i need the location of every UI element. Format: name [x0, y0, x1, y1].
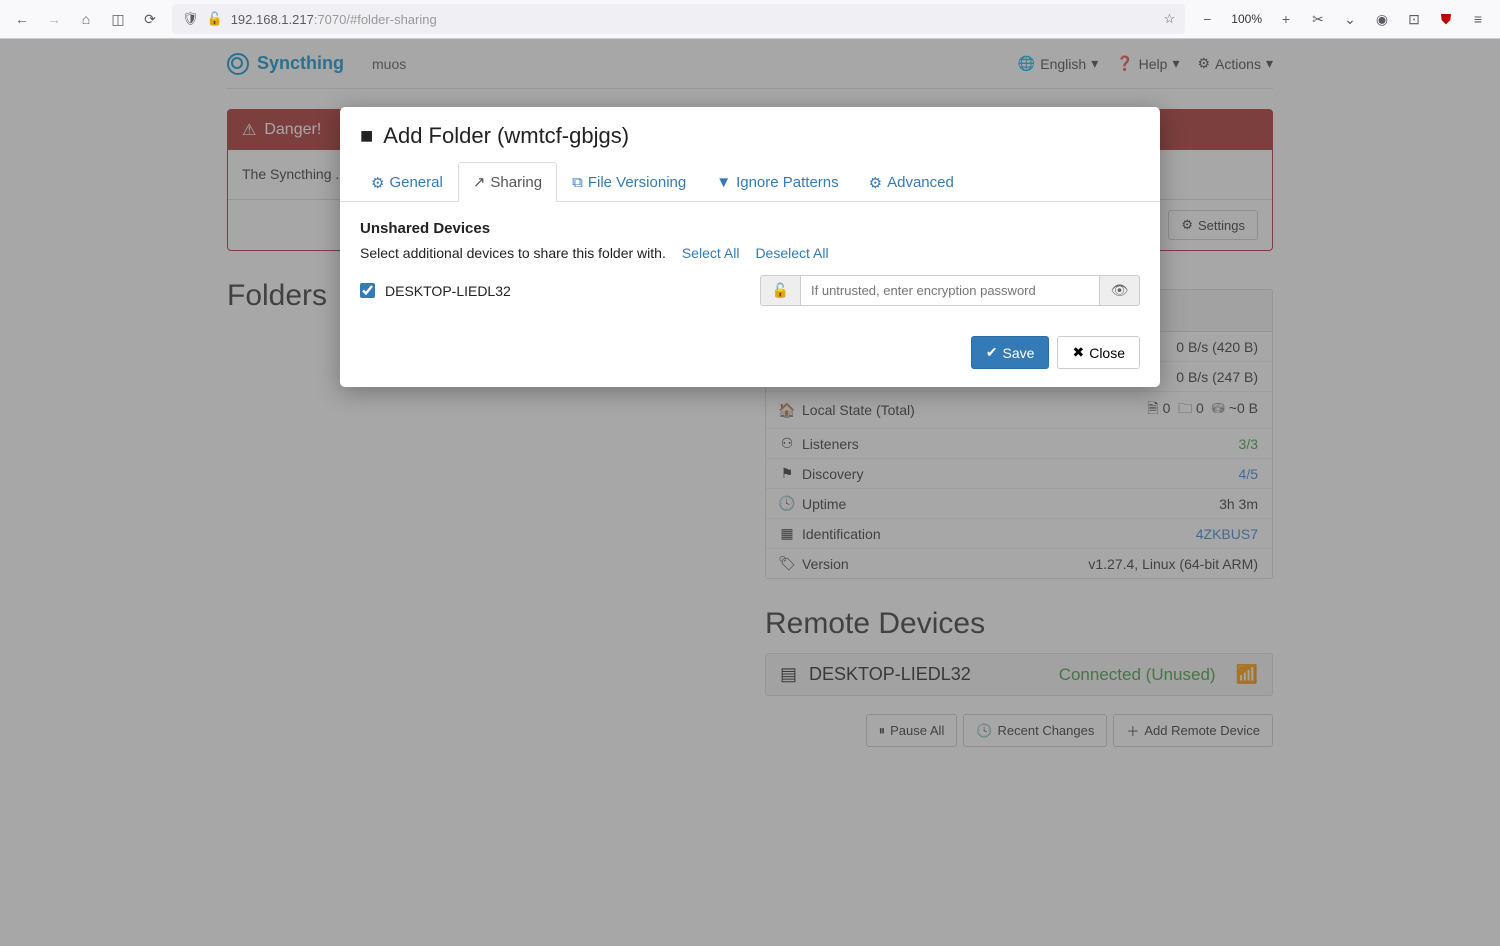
modal-title: ■ Add Folder (wmtcf-gbjgs) — [340, 107, 1160, 161]
filter-icon: ▼ — [716, 174, 731, 191]
helper-text: Select additional devices to share this … — [360, 245, 666, 261]
encryption-password-input[interactable] — [800, 275, 1100, 306]
device-checkbox[interactable] — [360, 283, 375, 298]
close-icon: ✖ — [1072, 344, 1084, 361]
tab-versioning[interactable]: ⧉File Versioning — [557, 162, 701, 202]
folder-icon: ■ — [360, 123, 373, 149]
menu-icon[interactable]: ≡ — [1464, 5, 1492, 33]
copy-icon: ⧉ — [572, 174, 583, 191]
share-icon: ↗ — [473, 173, 486, 191]
sidebar-button[interactable]: ◫ — [104, 5, 132, 33]
bookmark-star-icon[interactable]: ☆ — [1164, 11, 1176, 27]
url-text: 192.168.1.217:7070/#folder-sharing — [231, 12, 1156, 27]
modal-tabs: General ↗Sharing ⧉File Versioning ▼Ignor… — [340, 161, 1160, 202]
zoom-out-button[interactable]: − — [1193, 5, 1221, 33]
deselect-all-link[interactable]: Deselect All — [755, 245, 828, 261]
forward-button[interactable]: → — [40, 5, 68, 33]
browser-toolbar: ← → ⌂ ◫ ⟳ 🛡 🔓 192.168.1.217:7070/#folder… — [0, 0, 1500, 39]
pocket-icon[interactable]: ⌄ — [1336, 5, 1364, 33]
tab-sharing[interactable]: ↗Sharing — [458, 162, 557, 202]
zoom-level[interactable]: 100% — [1225, 12, 1268, 26]
device-label[interactable]: DESKTOP-LIEDL32 — [385, 283, 511, 299]
tab-general[interactable]: General — [356, 162, 458, 202]
extensions-icon[interactable]: ⊡ — [1400, 5, 1428, 33]
shield-icon: 🛡 — [182, 11, 199, 27]
tab-ignore[interactable]: ▼Ignore Patterns — [701, 162, 853, 202]
eye-icon[interactable]: 👁 — [1100, 275, 1140, 306]
extension-icon[interactable]: ✂ — [1304, 5, 1332, 33]
select-all-link[interactable]: Select All — [682, 245, 740, 261]
cogs-icon: ⚙ — [869, 174, 882, 192]
unshared-heading: Unshared Devices — [360, 220, 1140, 237]
url-bar[interactable]: 🛡 🔓 192.168.1.217:7070/#folder-sharing ☆ — [172, 4, 1185, 34]
tab-advanced[interactable]: ⚙Advanced — [854, 162, 969, 202]
save-button[interactable]: ✔Save — [971, 336, 1050, 369]
back-button[interactable]: ← — [8, 5, 36, 33]
home-button[interactable]: ⌂ — [72, 5, 100, 33]
reload-button[interactable]: ⟳ — [136, 5, 164, 33]
gear-icon — [371, 174, 384, 192]
unlock-icon[interactable]: 🔓 — [760, 275, 800, 306]
close-button[interactable]: ✖Close — [1057, 336, 1140, 369]
share-device-row: DESKTOP-LIEDL32 🔓 👁 — [360, 275, 1140, 306]
check-icon: ✔ — [986, 344, 998, 361]
lock-insecure-icon: 🔓 — [207, 11, 223, 27]
ublock-icon[interactable]: ⛊ — [1432, 5, 1460, 33]
add-folder-modal: ■ Add Folder (wmtcf-gbjgs) General ↗Shar… — [340, 107, 1160, 387]
zoom-in-button[interactable]: + — [1272, 5, 1300, 33]
account-icon[interactable]: ◉ — [1368, 5, 1396, 33]
